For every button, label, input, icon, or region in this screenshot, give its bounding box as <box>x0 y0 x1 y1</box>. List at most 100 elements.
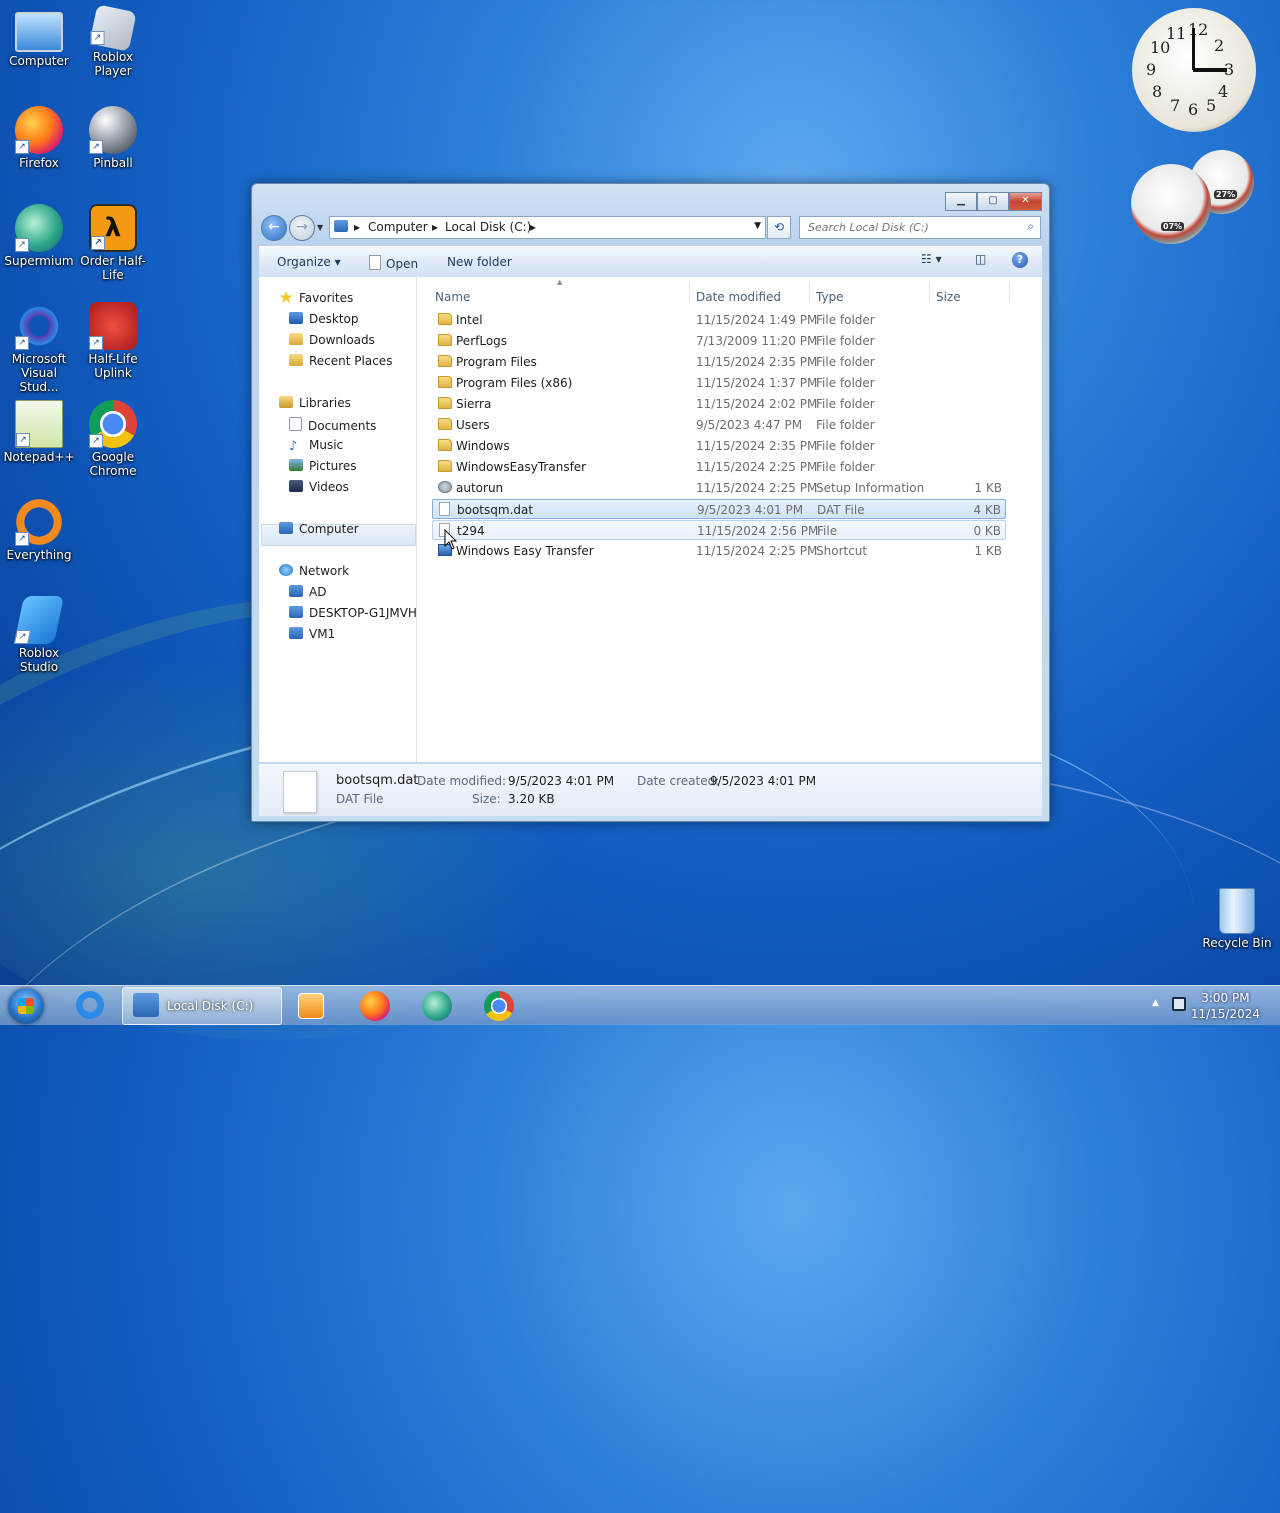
nav-vm1[interactable]: VM1 <box>289 627 335 641</box>
recent-pages-chevron-icon[interactable]: ▼ <box>317 223 323 232</box>
desktop-icon-label: Half-Life Uplink <box>88 352 138 380</box>
table-row[interactable]: WindowsEasyTransfer 11/15/2024 2:25 PM Fil… <box>432 457 1006 477</box>
organize-button[interactable]: Organize ▾ <box>277 255 341 269</box>
folder-icon <box>438 355 452 367</box>
taskbar-explorer-local-disk[interactable]: Local Disk (C:) <box>122 987 282 1025</box>
column-divider[interactable] <box>689 281 690 303</box>
nav-label: Downloads <box>309 333 375 347</box>
table-row[interactable]: autorun 11/15/2024 2:25 PM Setup Informati… <box>432 478 1006 498</box>
table-row[interactable]: PerfLogs 7/13/2009 11:20 PM File folder <box>432 331 1006 351</box>
network-status-icon[interactable] <box>1172 997 1186 1011</box>
desktop-icon-supermium[interactable]: ↗ Supermium <box>0 204 78 268</box>
table-row[interactable]: Intel 11/15/2024 1:49 PM File folder <box>432 310 1006 330</box>
nav-desktop-pc[interactable]: DESKTOP-G1JMVHA <box>289 606 416 620</box>
desktop-icon-firefox[interactable]: ↗ Firefox <box>0 106 78 170</box>
window-controls: ▁ ▢ ✕ <box>945 192 1042 211</box>
breadcrumb-separator-icon[interactable]: ▸ <box>530 220 536 234</box>
table-row[interactable]: Program Files (x86) 11/15/2024 1:37 PM Fil… <box>432 373 1006 393</box>
memory-percent: 27% <box>1214 190 1238 199</box>
back-button[interactable]: ← <box>261 215 287 241</box>
desktop-icon-everything[interactable]: ↗ Everything <box>0 498 78 562</box>
breadcrumb-computer[interactable]: Computer <box>368 220 428 234</box>
internet-explorer-icon <box>76 991 104 1019</box>
file-date: 9/5/2023 4:01 PM <box>697 503 804 517</box>
table-row[interactable]: Windows 11/15/2024 2:35 PM File folder <box>432 436 1006 456</box>
nav-pictures[interactable]: Pictures <box>289 459 357 473</box>
refresh-button[interactable]: ⟲ <box>767 216 791 239</box>
table-row-selected[interactable]: bootsqm.dat 9/5/2023 4:01 PM DAT File 4 KB <box>432 499 1006 519</box>
desktop-icon-half-life-uplink[interactable]: ↗ Half-Life Uplink <box>74 302 152 380</box>
clock-gadget[interactable]: 12 2 3 4 5 6 7 8 9 10 11 <box>1132 8 1256 132</box>
table-row[interactable]: Windows Easy Transfer 11/15/2024 2:25 PM S… <box>432 541 1006 561</box>
forward-button[interactable]: → <box>289 215 315 241</box>
table-row[interactable]: Program Files 11/15/2024 2:35 PM File fold… <box>432 352 1006 372</box>
network-icon <box>279 564 293 576</box>
change-view-icon[interactable]: ☷ ▾ <box>921 252 942 266</box>
search-input[interactable] <box>806 217 1010 238</box>
desktop-icon-pinball[interactable]: ↗ Pinball <box>74 106 152 170</box>
desktop-icon-google-chrome[interactable]: ↗ Google Chrome <box>74 400 152 478</box>
column-divider[interactable] <box>1009 281 1010 303</box>
breadcrumb-local-disk[interactable]: Local Disk (C:) <box>445 220 531 234</box>
details-created-label: Date created: <box>637 774 720 788</box>
preview-pane-icon[interactable]: ◫ <box>975 252 986 266</box>
media-player-icon <box>298 993 324 1019</box>
column-header-type[interactable]: Type <box>816 290 844 304</box>
taskbar-media-player[interactable] <box>284 989 338 1023</box>
column-divider[interactable] <box>809 281 810 303</box>
desktop-icon-notepad-plus-plus[interactable]: ↗ Notepad++ <box>0 400 78 464</box>
minimize-button[interactable]: ▁ <box>945 192 977 211</box>
cpu-meter-gadget[interactable]: 07% <box>1131 164 1211 244</box>
open-button[interactable]: Open <box>369 255 418 271</box>
file-name: WindowsEasyTransfer <box>456 460 587 474</box>
nav-network[interactable]: Network <box>279 564 349 578</box>
table-row-hover[interactable]: t294 11/15/2024 2:56 PM File 0 KB <box>432 520 1006 540</box>
shortcut-arrow-icon: ↗ <box>91 236 105 250</box>
nav-downloads[interactable]: Downloads <box>289 333 375 347</box>
nav-music[interactable]: ♪ Music <box>289 438 343 453</box>
start-button[interactable] <box>8 988 44 1024</box>
nav-label: Recent Places <box>309 354 393 368</box>
nav-documents[interactable]: Documents <box>289 417 376 433</box>
address-dropdown-icon[interactable]: ▼ <box>754 221 761 231</box>
column-header-size[interactable]: Size <box>936 290 961 304</box>
taskbar-clock[interactable]: 3:00 PM 11/15/2024 <box>1191 990 1260 1022</box>
nav-computer[interactable]: Computer <box>279 522 359 536</box>
file-preview-icon <box>283 771 317 813</box>
file-name: Program Files (x86) <box>456 376 573 390</box>
desktop-icon-order-half-life[interactable]: λ ↗ Order Half-Life <box>74 204 152 282</box>
nav-favorites[interactable]: Favorites <box>279 291 353 305</box>
column-header-date[interactable]: Date modified <box>696 290 781 304</box>
taskbar-chrome[interactable] <box>472 989 526 1023</box>
nav-desktop[interactable]: Desktop <box>289 312 359 326</box>
recent-places-icon <box>289 354 303 366</box>
search-box[interactable]: ⌕ <box>799 216 1041 239</box>
desktop-icon-roblox-player[interactable]: ↗ Roblox Player <box>74 4 152 78</box>
search-icon[interactable]: ⌕ <box>1027 219 1034 234</box>
new-folder-button[interactable]: New folder <box>447 255 512 269</box>
nav-ad[interactable]: AD <box>289 585 326 599</box>
desktop-icon-roblox-studio[interactable]: ↗ Roblox Studio <box>0 596 78 674</box>
close-button[interactable]: ✕ <box>1009 192 1042 211</box>
breadcrumb-separator-icon[interactable]: ▸ <box>354 220 360 234</box>
maximize-button[interactable]: ▢ <box>977 192 1009 211</box>
taskbar-internet-explorer[interactable] <box>64 989 118 1023</box>
help-icon[interactable]: ? <box>1012 252 1028 268</box>
desktop-icon-computer[interactable]: Computer <box>0 8 78 68</box>
document-icon <box>369 255 381 270</box>
taskbar-firefox[interactable] <box>348 989 402 1023</box>
breadcrumb-separator-icon[interactable]: ▸ <box>432 220 438 234</box>
desktop-icon-visual-studio[interactable]: ↗ Microsoft Visual Stud... <box>0 302 78 394</box>
column-divider[interactable] <box>929 281 930 303</box>
taskbar-supermium[interactable] <box>410 989 464 1023</box>
nav-libraries[interactable]: Libraries <box>279 396 351 410</box>
explorer-window[interactable]: ▁ ▢ ✕ ← → ▼ ▸ Computer ▸ Local Disk (C:)… <box>251 183 1050 822</box>
address-bar[interactable]: ▸ Computer ▸ Local Disk (C:) ▸ ▼ <box>329 216 766 239</box>
column-header-name[interactable]: Name <box>435 290 470 304</box>
table-row[interactable]: Sierra 11/15/2024 2:02 PM File folder <box>432 394 1006 414</box>
desktop-icon-recycle-bin[interactable]: Recycle Bin <box>1198 888 1276 950</box>
table-row[interactable]: Users 9/5/2023 4:47 PM File folder <box>432 415 1006 435</box>
nav-recent-places[interactable]: Recent Places <box>289 354 392 368</box>
show-hidden-icons-chevron-icon[interactable]: ▲ <box>1152 998 1159 1008</box>
nav-videos[interactable]: Videos <box>289 480 349 494</box>
